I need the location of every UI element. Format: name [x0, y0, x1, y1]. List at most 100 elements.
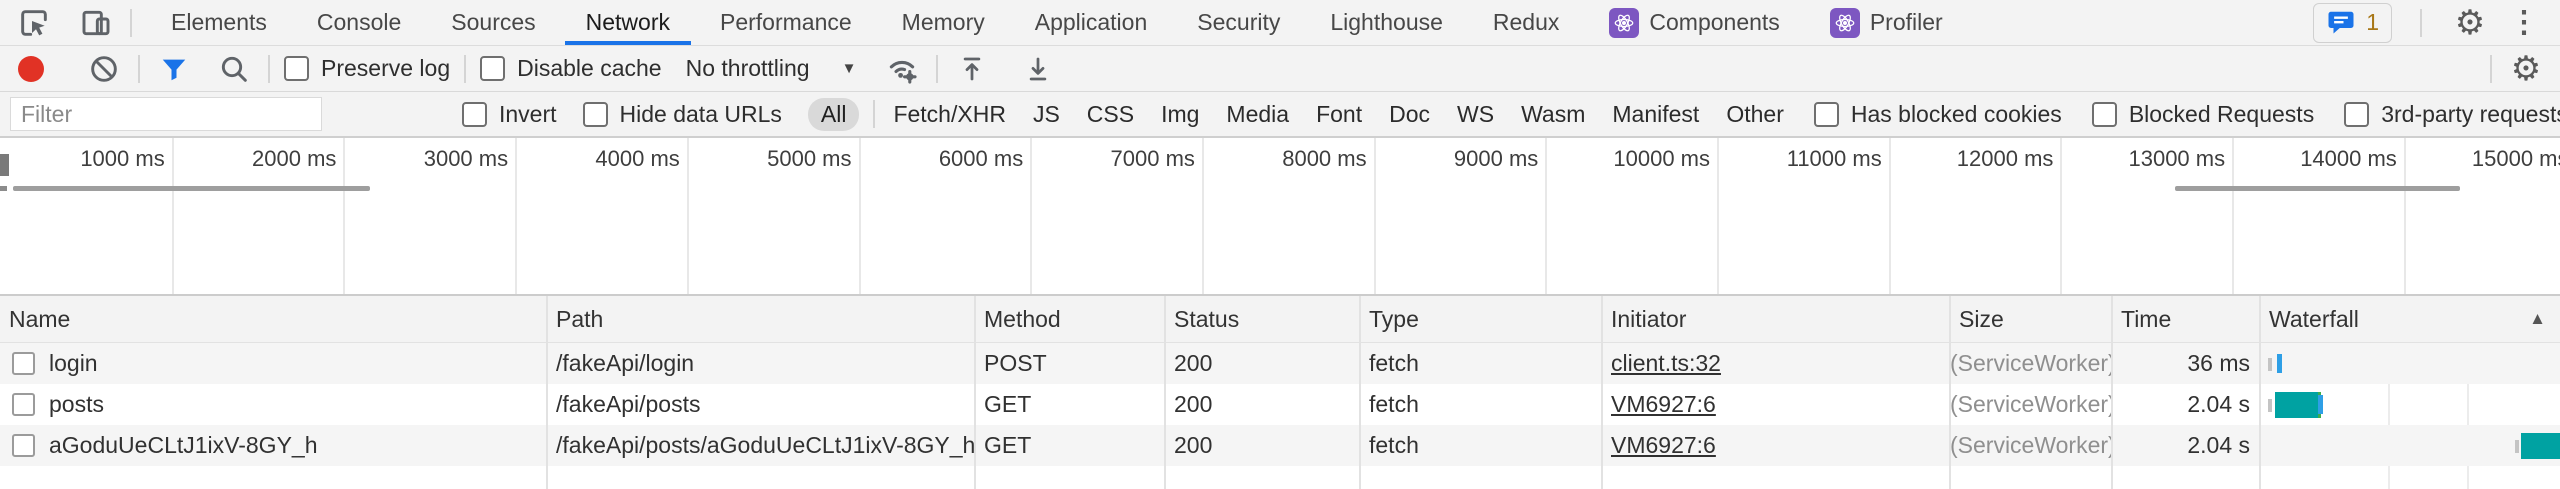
filter-type-other[interactable]: Other	[1726, 101, 1784, 128]
tab-console[interactable]: Console	[292, 0, 426, 45]
waterfall-tick	[2515, 440, 2519, 453]
has-blocked-cookies-checkbox-group[interactable]: Has blocked cookies	[1814, 101, 2062, 128]
column-header-initiator[interactable]: Initiator	[1602, 296, 1950, 342]
invert-checkbox[interactable]	[462, 102, 487, 127]
tab-network[interactable]: Network	[561, 0, 695, 45]
filter-type-js[interactable]: JS	[1033, 101, 1060, 128]
sort-ascending-icon: ▲	[2529, 309, 2546, 329]
device-toolbar-icon[interactable]	[76, 3, 116, 43]
3rd-party-requests-checkbox-group[interactable]: 3rd-party requests	[2344, 101, 2560, 128]
network-settings-gear-icon[interactable]: ⚙	[2506, 49, 2546, 89]
cell-name: aGoduUeCLtJ1ixV-8GY_h	[0, 432, 547, 459]
cell-path: /fakeApi/login	[547, 350, 975, 377]
filter-type-ws[interactable]: WS	[1457, 101, 1494, 128]
filter-type-manifest[interactable]: Manifest	[1612, 101, 1699, 128]
initiator-link[interactable]: client.ts:32	[1611, 350, 1721, 376]
hide-data-urls-checkbox[interactable]	[583, 102, 608, 127]
invert-checkbox-group[interactable]: Invert	[462, 101, 557, 128]
column-header-path[interactable]: Path	[547, 296, 975, 342]
table-row[interactable]: posts/fakeApi/postsGET200fetchVM6927:6(S…	[0, 384, 2560, 425]
column-header-label: Name	[9, 306, 70, 333]
filter-type-wasm[interactable]: Wasm	[1521, 101, 1585, 128]
tab-profiler[interactable]: Profiler	[1805, 0, 1968, 45]
cell-type: fetch	[1360, 350, 1602, 377]
overview-left-handle[interactable]	[0, 154, 9, 176]
export-har-icon[interactable]	[1018, 49, 1058, 89]
preserve-log-checkbox[interactable]	[284, 56, 309, 81]
tab-security[interactable]: Security	[1172, 0, 1305, 45]
filter-type-fetch-xhr[interactable]: Fetch/XHR	[893, 101, 1005, 128]
tab-lighthouse[interactable]: Lighthouse	[1305, 0, 1468, 45]
initiator-link[interactable]: VM6927:6	[1611, 391, 1716, 417]
tab-redux[interactable]: Redux	[1468, 0, 1584, 45]
cell-waterfall	[2260, 384, 2560, 425]
network-conditions-icon[interactable]	[882, 49, 922, 89]
tab-performance[interactable]: Performance	[695, 0, 877, 45]
filter-type-doc[interactable]: Doc	[1389, 101, 1430, 128]
network-overview[interactable]: 1000 ms2000 ms3000 ms4000 ms5000 ms6000 …	[0, 138, 2560, 296]
initiator-link[interactable]: VM6927:6	[1611, 432, 1716, 458]
tab-label: Security	[1197, 9, 1280, 36]
inspect-element-icon[interactable]	[14, 3, 54, 43]
has-blocked-cookies-checkbox[interactable]	[1814, 102, 1839, 127]
tab-memory[interactable]: Memory	[877, 0, 1010, 45]
filter-type-img[interactable]: Img	[1161, 101, 1199, 128]
settings-gear-icon[interactable]: ⚙	[2450, 3, 2490, 43]
row-checkbox[interactable]	[12, 393, 35, 416]
issues-button[interactable]: 1	[2313, 3, 2392, 43]
column-header-label: Status	[1174, 306, 1239, 333]
invert-label: Invert	[499, 101, 557, 128]
throttling-dropdown[interactable]: No throttling ▼	[686, 55, 857, 82]
waterfall-tick	[2268, 358, 2272, 371]
record-button[interactable]	[18, 56, 44, 82]
column-header-status[interactable]: Status	[1165, 296, 1360, 342]
chevron-down-icon: ▼	[842, 60, 857, 77]
filter-type-media[interactable]: Media	[1226, 101, 1289, 128]
filter-type-font[interactable]: Font	[1316, 101, 1362, 128]
row-checkbox[interactable]	[12, 352, 35, 375]
ruler-tick-label: 6000 ms	[939, 146, 1023, 172]
import-har-icon[interactable]	[952, 49, 992, 89]
tab-elements[interactable]: Elements	[146, 0, 292, 45]
column-header-method[interactable]: Method	[975, 296, 1165, 342]
divider	[130, 9, 132, 37]
disable-cache-checkbox[interactable]	[480, 56, 505, 81]
overview-left-mark	[0, 186, 7, 191]
tab-application[interactable]: Application	[1010, 0, 1173, 45]
disable-cache-checkbox-group[interactable]: Disable cache	[480, 55, 661, 82]
requests-table: Name PathMethod Status TypeInitiatorSizeTim…	[0, 296, 2560, 489]
ruler-gridline	[1545, 138, 1547, 294]
table-row[interactable]: login/fakeApi/loginPOST200fetchclient.ts…	[0, 343, 2560, 384]
react-icon	[1830, 8, 1860, 38]
hide-data-urls-checkbox-group[interactable]: Hide data URLs	[583, 101, 782, 128]
blocked-requests-checkbox[interactable]	[2092, 102, 2117, 127]
filter-input[interactable]	[10, 97, 322, 131]
3rd-party-requests-checkbox[interactable]	[2344, 102, 2369, 127]
cell-size: (ServiceWorker)	[1950, 350, 2112, 377]
column-header-type[interactable]: Type	[1360, 296, 1602, 342]
column-header-name[interactable]: Name	[0, 296, 547, 342]
column-header-time[interactable]: Time	[2112, 296, 2260, 342]
clear-icon[interactable]	[84, 49, 124, 89]
hide-data-urls-label: Hide data URLs	[620, 101, 782, 128]
column-divider	[2259, 296, 2261, 489]
blocked-requests-checkbox-group[interactable]: Blocked Requests	[2092, 101, 2314, 128]
tab-label: Profiler	[1870, 9, 1943, 36]
divider	[2490, 55, 2492, 83]
preserve-log-checkbox-group[interactable]: Preserve log	[284, 55, 450, 82]
tab-sources[interactable]: Sources	[426, 0, 560, 45]
column-header-size[interactable]: Size	[1950, 296, 2112, 342]
filter-type-all[interactable]: All	[808, 98, 860, 131]
table-row[interactable]: aGoduUeCLtJ1ixV-8GY_h/fakeApi/posts/aGod…	[0, 425, 2560, 466]
filter-type-css[interactable]: CSS	[1087, 101, 1134, 128]
filter-funnel-icon[interactable]	[154, 49, 194, 89]
blocked-requests-label: Blocked Requests	[2129, 101, 2314, 128]
search-icon[interactable]	[214, 49, 254, 89]
divider	[464, 55, 466, 83]
row-checkbox[interactable]	[12, 434, 35, 457]
tab-label: Performance	[720, 9, 852, 36]
kebab-menu-icon[interactable]: ⋮	[2504, 3, 2544, 43]
cell-time: 2.04 s	[2112, 391, 2260, 418]
tab-components[interactable]: Components	[1584, 0, 1804, 45]
column-header-waterfall[interactable]: Waterfall▲	[2260, 296, 2560, 342]
